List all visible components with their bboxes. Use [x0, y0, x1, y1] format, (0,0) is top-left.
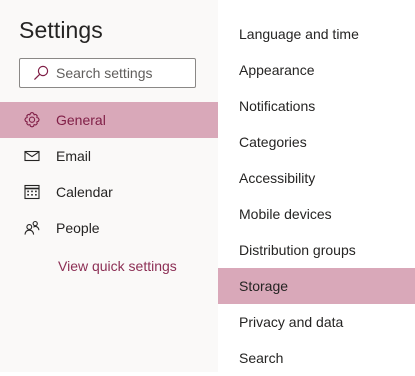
- view-quick-settings-link[interactable]: View quick settings: [58, 258, 177, 274]
- sub-item-search[interactable]: Search: [218, 340, 415, 376]
- sub-item-distribution-groups[interactable]: Distribution groups: [218, 232, 415, 268]
- nav-item-email[interactable]: Email: [0, 138, 218, 174]
- sub-item-accessibility[interactable]: Accessibility: [218, 160, 415, 196]
- sub-item-appearance[interactable]: Appearance: [218, 52, 415, 88]
- nav-item-calendar[interactable]: Calendar: [0, 174, 218, 210]
- nav-item-label: People: [56, 220, 100, 236]
- nav-item-label: Email: [56, 148, 92, 164]
- nav-item-general[interactable]: General: [0, 102, 218, 138]
- calendar-icon: [23, 183, 41, 201]
- nav-item-label: General: [56, 112, 106, 128]
- sub-item-language-and-time[interactable]: Language and time: [218, 16, 415, 52]
- gear-icon: [23, 111, 41, 129]
- nav-item-label: Calendar: [56, 184, 113, 200]
- sub-item-categories[interactable]: Categories: [218, 124, 415, 160]
- people-icon: [23, 219, 41, 237]
- mail-icon: [23, 147, 41, 165]
- settings-nav: General Email Calendar People: [0, 102, 218, 246]
- page-title: Settings: [19, 17, 103, 43]
- sub-item-storage[interactable]: Storage: [218, 268, 415, 304]
- general-settings-list: Language and time Appearance Notificatio…: [218, 16, 415, 376]
- sub-item-notifications[interactable]: Notifications: [218, 88, 415, 124]
- settings-nav-pane: Settings Search settings General Email C…: [0, 0, 218, 372]
- search-icon: [34, 65, 49, 80]
- sub-item-mobile-devices[interactable]: Mobile devices: [218, 196, 415, 232]
- search-placeholder: Search settings: [56, 65, 153, 81]
- general-settings-pane: Language and time Appearance Notificatio…: [218, 0, 415, 372]
- search-input[interactable]: Search settings: [19, 58, 196, 88]
- sub-item-privacy-and-data[interactable]: Privacy and data: [218, 304, 415, 340]
- nav-item-people[interactable]: People: [0, 210, 218, 246]
